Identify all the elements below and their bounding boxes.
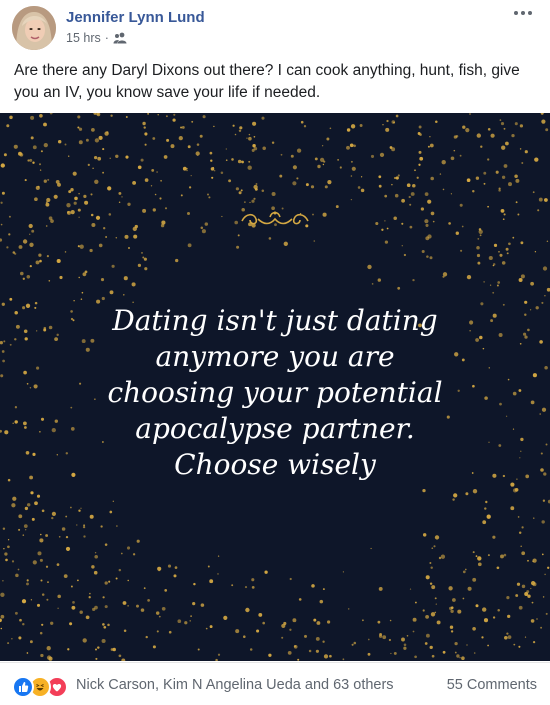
- post-header: Jennifer Lynn Lund 15 hrs ·: [0, 0, 550, 56]
- author-name[interactable]: Jennifer Lynn Lund: [66, 9, 205, 26]
- more-dot: [514, 11, 518, 15]
- avatar[interactable]: [12, 6, 56, 50]
- post-footer: Nick Carson, Kim N Angelina Ueda and 63 …: [0, 662, 550, 705]
- quote-line: choosing your potential: [107, 376, 443, 409]
- post-text: Are there any Daryl Dixons out there? I …: [14, 62, 520, 101]
- more-dot: [521, 11, 525, 15]
- quote-line: anymore you are: [155, 340, 395, 373]
- more-options-button[interactable]: [514, 8, 534, 18]
- quote-line: apocalypse partner.: [135, 412, 415, 445]
- meta-separator: ·: [104, 31, 109, 45]
- friends-icon[interactable]: [113, 32, 127, 44]
- like-icon: [12, 676, 34, 698]
- reactors-text[interactable]: Nick Carson, Kim N Angelina Ueda and 63 …: [76, 677, 394, 693]
- quote-line: Dating isn't just dating: [112, 304, 438, 337]
- quote-line: Choose wisely: [174, 448, 376, 481]
- post-image[interactable]: Dating isn't just dating anymore you are…: [0, 113, 550, 661]
- flourish-ornament-icon: [241, 211, 309, 225]
- reaction-icons[interactable]: [12, 676, 68, 698]
- more-dot: [528, 11, 532, 15]
- post-time[interactable]: 15 hrs: [66, 31, 101, 45]
- comments-count[interactable]: 55 Comments: [447, 677, 537, 693]
- quote-text: Dating isn't just dating anymore you are…: [0, 303, 550, 483]
- post-meta: 15 hrs ·: [66, 31, 127, 45]
